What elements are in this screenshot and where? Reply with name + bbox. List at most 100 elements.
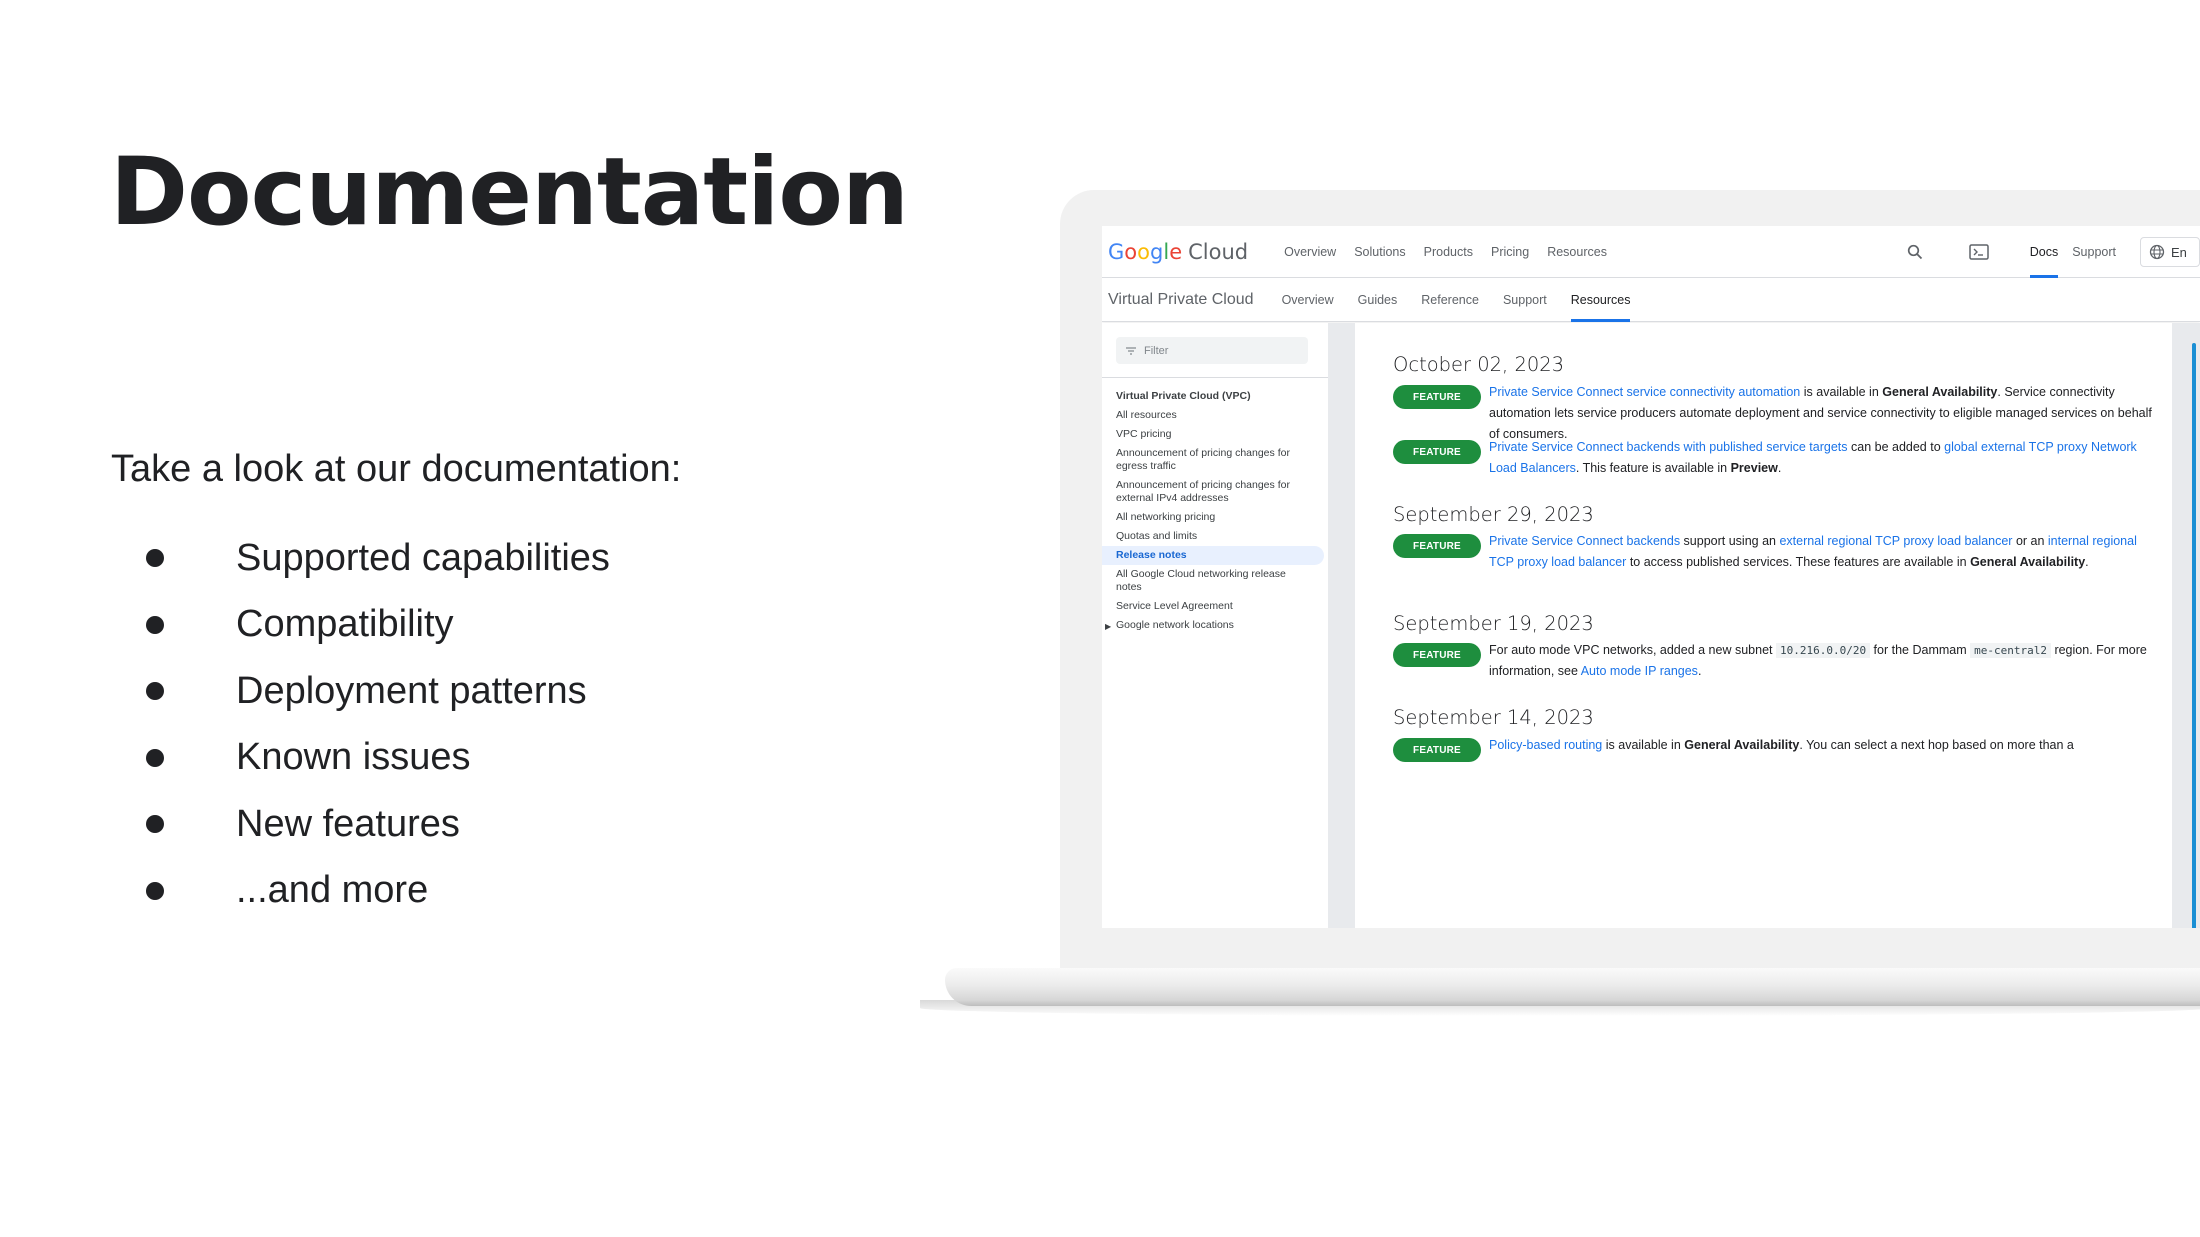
laptop-screen: Google Cloud Overview Solutions Products… bbox=[1102, 226, 2200, 928]
bullet-icon bbox=[146, 748, 164, 767]
support-link[interactable]: Support bbox=[2072, 226, 2116, 278]
doc-link[interactable]: Private Service Connect backends bbox=[1489, 534, 1680, 548]
bullet-icon bbox=[146, 615, 164, 634]
filter-input[interactable]: Filter bbox=[1116, 337, 1308, 364]
sidebar-item-label: VPC pricing bbox=[1116, 428, 1172, 440]
release-date-heading: September 29, 2023 bbox=[1393, 503, 1594, 526]
release-note: FEATURE Policy-based routing is available… bbox=[1393, 738, 2153, 762]
note-text-segment: is available in bbox=[1602, 738, 1685, 752]
sidebar-item-label: All Google Cloud networking release note… bbox=[1116, 568, 1286, 593]
slide-title: Documentation bbox=[110, 138, 909, 247]
release-note: FEATURE Private Service Connect backends … bbox=[1393, 440, 2153, 479]
sidebar-item[interactable]: Quotas and limits bbox=[1102, 527, 1324, 546]
bullet-icon bbox=[146, 815, 164, 834]
doc-link[interactable]: Private Service Connect backends with pu… bbox=[1489, 440, 1848, 454]
emphasis-text: General Availability bbox=[1684, 738, 1800, 752]
note-text-segment: . You can select a next hop based on mor… bbox=[1799, 738, 2074, 752]
sidebar-item[interactable]: Virtual Private Cloud (VPC) bbox=[1102, 387, 1324, 406]
filter-icon bbox=[1126, 346, 1136, 355]
tab-resources[interactable]: Resources bbox=[1570, 278, 1630, 322]
doc-link[interactable]: Auto mode IP ranges bbox=[1581, 664, 1698, 678]
docs-link[interactable]: Docs bbox=[2029, 226, 2059, 278]
bullet-item: Known issues bbox=[140, 725, 610, 792]
logo-letter: g bbox=[1150, 239, 1164, 264]
bullet-icon bbox=[146, 682, 164, 701]
top-nav-overview[interactable]: Overview bbox=[1284, 245, 1336, 259]
bullet-item: Compatibility bbox=[140, 592, 610, 659]
sidebar-item-label: Announcement of pricing changes for egre… bbox=[1116, 447, 1290, 472]
expand-arrow-icon[interactable]: ▶ bbox=[1105, 620, 1111, 633]
feature-badge: FEATURE bbox=[1393, 643, 1481, 667]
tab-overview[interactable]: Overview bbox=[1282, 278, 1334, 322]
doc-link[interactable]: Private Service Connect service connecti… bbox=[1489, 385, 1800, 399]
note-text-segment: is available in bbox=[1800, 385, 1883, 399]
bullet-icon bbox=[146, 549, 164, 568]
globe-icon bbox=[2149, 244, 2165, 260]
google-wordmark: Google bbox=[1108, 240, 1182, 264]
release-date-heading: September 14, 2023 bbox=[1393, 706, 1594, 729]
tab-reference[interactable]: Reference bbox=[1421, 278, 1479, 322]
top-nav-solutions[interactable]: Solutions bbox=[1354, 245, 1405, 259]
emphasis-text: Preview bbox=[1730, 461, 1778, 475]
scrollbar[interactable] bbox=[2192, 343, 2196, 928]
sidebar-item[interactable]: Announcement of pricing changes for exte… bbox=[1102, 476, 1324, 508]
bullet-item: ...and more bbox=[140, 858, 610, 925]
note-text-segment: for the Dammam bbox=[1870, 643, 1971, 657]
filter-placeholder: Filter bbox=[1144, 344, 1169, 357]
bullet-text: Compatibility bbox=[236, 603, 454, 646]
release-date-heading: September 19, 2023 bbox=[1393, 612, 1594, 635]
note-text-segment: . This feature is available in bbox=[1575, 461, 1731, 475]
laptop-base bbox=[945, 968, 2200, 1006]
code-snippet: 10.216.0.0/20 bbox=[1775, 643, 1871, 658]
note-text-segment: For auto mode VPC networks, added a new … bbox=[1489, 643, 1776, 657]
sidebar-item[interactable]: VPC pricing bbox=[1102, 425, 1324, 444]
sidebar-item[interactable]: All Google Cloud networking release note… bbox=[1102, 565, 1324, 597]
sidebar-item-label: Service Level Agreement bbox=[1116, 600, 1233, 612]
release-note: FEATURE Private Service Connect service c… bbox=[1393, 385, 2153, 445]
google-cloud-logo[interactable]: Google Cloud bbox=[1108, 240, 1248, 264]
slide-intro: Take a look at our documentation: bbox=[111, 448, 682, 490]
sidebar-gutter bbox=[1328, 323, 1355, 928]
product-name[interactable]: Virtual Private Cloud bbox=[1108, 291, 1254, 309]
product-tabs: Overview Guides Reference Support Resour… bbox=[1282, 278, 1630, 322]
top-nav-pricing[interactable]: Pricing bbox=[1491, 245, 1529, 259]
bullet-icon bbox=[146, 881, 164, 900]
sidebar-item[interactable]: Announcement of pricing changes for egre… bbox=[1102, 444, 1324, 476]
doc-link[interactable]: Policy-based routing bbox=[1489, 738, 1602, 752]
note-text-segment: support using an bbox=[1680, 534, 1780, 548]
sidebar-item[interactable]: Service Level Agreement bbox=[1102, 597, 1324, 616]
release-note-text: Private Service Connect service connecti… bbox=[1489, 382, 2153, 445]
tab-support[interactable]: Support bbox=[1503, 278, 1547, 322]
top-nav-resources[interactable]: Resources bbox=[1547, 245, 1607, 259]
release-notes-content: October 02, 2023 FEATURE Private Service C… bbox=[1355, 323, 2172, 928]
code-snippet: me-central2 bbox=[1970, 643, 2051, 658]
release-note: FEATURE Private Service Connect backends … bbox=[1393, 534, 2153, 573]
release-date-heading: October 02, 2023 bbox=[1393, 353, 1565, 376]
slide-bullet-list: Supported capabilities Compatibility Dep… bbox=[140, 525, 610, 924]
bullet-text: Known issues bbox=[236, 736, 471, 779]
search-icon[interactable] bbox=[1904, 241, 1926, 263]
sidebar-item[interactable]: All resources bbox=[1102, 406, 1324, 425]
tab-guides[interactable]: Guides bbox=[1358, 278, 1398, 322]
note-text-segment: can be added to bbox=[1847, 440, 1945, 454]
release-note-text: Private Service Connect backends support… bbox=[1489, 531, 2153, 573]
top-nav: Overview Solutions Products Pricing Reso… bbox=[1284, 245, 1607, 259]
language-selector[interactable]: En bbox=[2140, 237, 2200, 267]
sidebar: Filter Virtual Private Cloud (VPC) All re… bbox=[1102, 323, 1328, 928]
feature-badge: FEATURE bbox=[1393, 534, 1481, 558]
sidebar-item[interactable]: ▶ Google network locations bbox=[1102, 616, 1324, 635]
release-note-text: For auto mode VPC networks, added a new … bbox=[1489, 640, 2153, 682]
sidebar-item[interactable]: All networking pricing bbox=[1102, 508, 1324, 527]
emphasis-text: General Availability bbox=[1882, 385, 1998, 399]
cloud-wordmark: Cloud bbox=[1188, 239, 1249, 264]
bullet-item: Deployment patterns bbox=[140, 658, 610, 725]
sidebar-item-label: Release notes bbox=[1116, 549, 1187, 561]
doc-link[interactable]: external regional TCP proxy load balance… bbox=[1779, 534, 2012, 548]
top-nav-products[interactable]: Products bbox=[1424, 245, 1473, 259]
release-note-text: Private Service Connect backends with pu… bbox=[1489, 437, 2153, 479]
sidebar-item[interactable]: Release notes bbox=[1102, 546, 1324, 565]
bullet-text: ...and more bbox=[236, 869, 429, 912]
note-text-segment: . bbox=[1697, 664, 1702, 678]
note-text-segment: . bbox=[1777, 461, 1782, 475]
terminal-icon[interactable] bbox=[1968, 241, 1990, 263]
